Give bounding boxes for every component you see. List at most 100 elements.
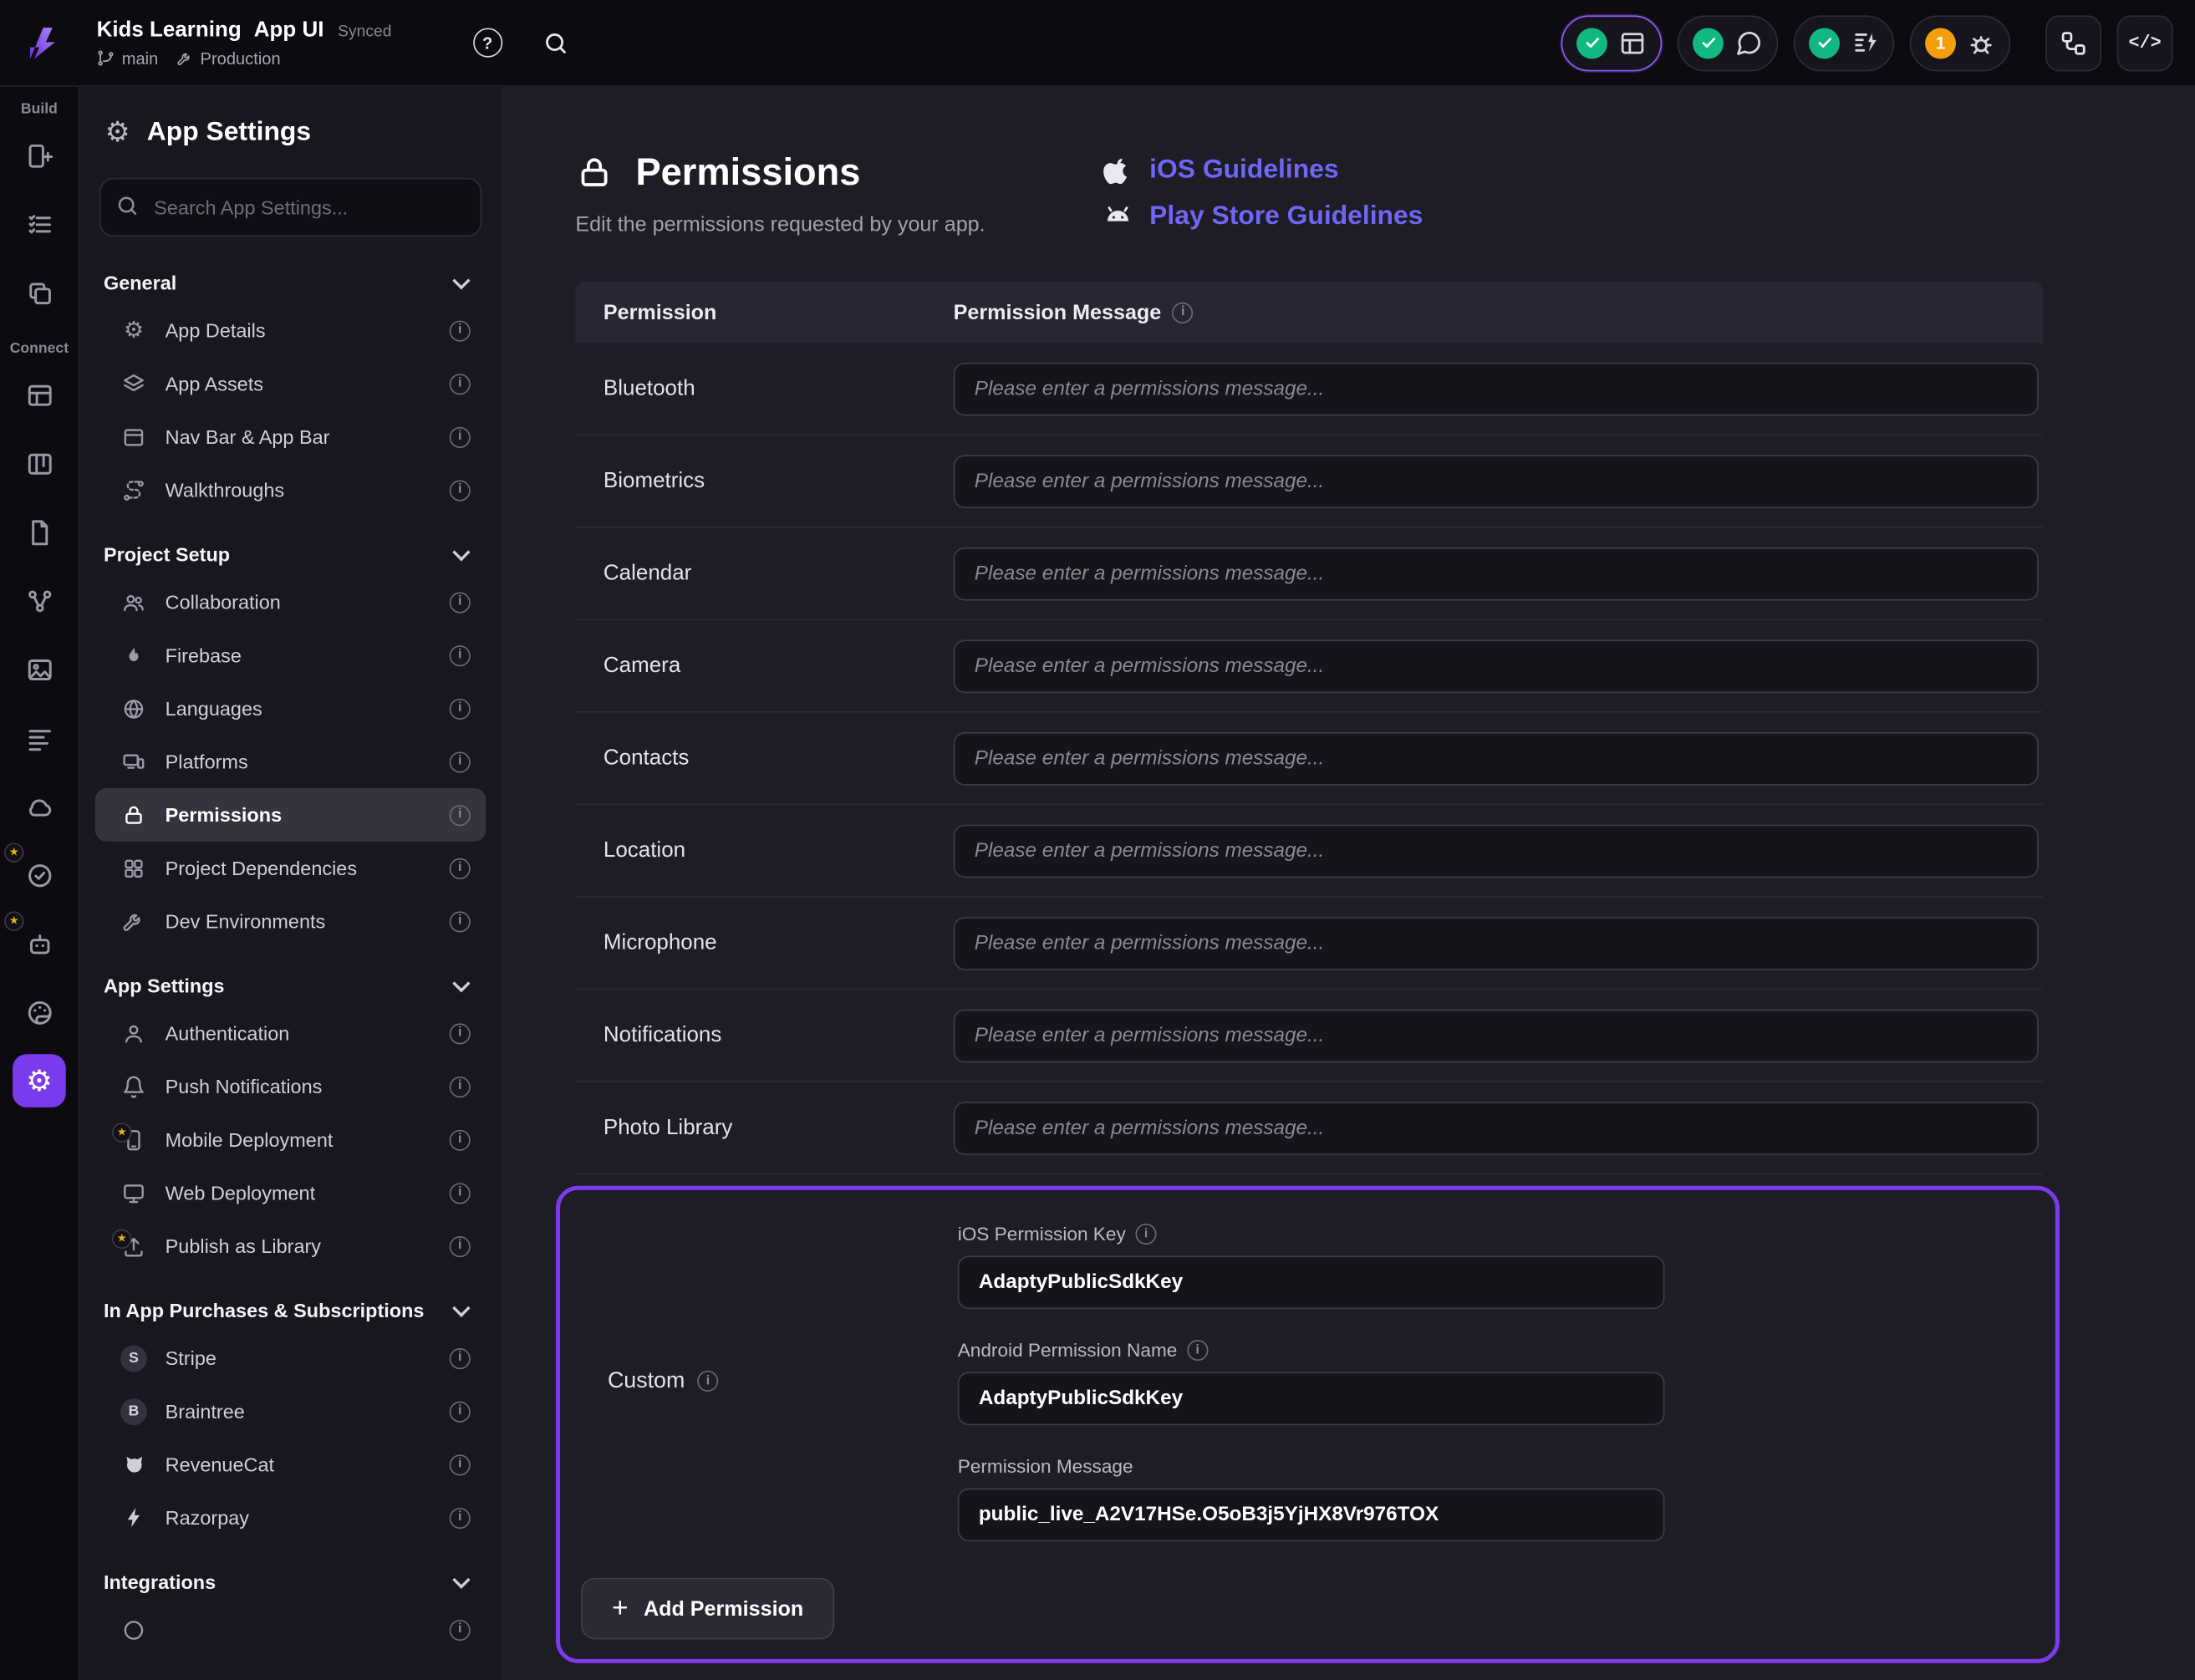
permission-message-input[interactable]	[954, 455, 2039, 508]
flow-button[interactable]	[2045, 15, 2101, 71]
info-icon[interactable]: i	[1173, 302, 1194, 323]
info-icon[interactable]: i	[697, 1371, 718, 1392]
issues-status-pill[interactable]: 1	[1910, 15, 2011, 71]
info-icon[interactable]: i	[450, 1183, 471, 1204]
info-icon[interactable]: i	[450, 1129, 471, 1150]
sidebar-section-app-settings[interactable]: App Settings	[79, 965, 501, 1006]
cloud-icon[interactable]	[13, 780, 66, 833]
permission-message-input[interactable]	[954, 547, 2039, 600]
play-store-guidelines-link[interactable]: Play Store Guidelines	[1101, 201, 1423, 233]
info-icon[interactable]: i	[450, 1023, 471, 1044]
sidebar-item-app-details[interactable]: ⚙ App Details i	[79, 303, 501, 357]
info-icon[interactable]: i	[450, 1507, 471, 1528]
info-icon[interactable]: i	[450, 1235, 471, 1256]
sidebar-item-app-assets[interactable]: App Assets i	[79, 357, 501, 410]
permission-message-input[interactable]	[954, 916, 2039, 970]
image-icon[interactable]	[13, 643, 66, 696]
premium-star-badge: ★	[4, 911, 23, 930]
theme-icon[interactable]	[13, 985, 66, 1039]
info-icon[interactable]: i	[450, 911, 471, 932]
info-icon[interactable]: i	[450, 698, 471, 719]
logs-icon[interactable]	[13, 711, 66, 765]
ios-guidelines-link[interactable]: iOS Guidelines	[1101, 155, 1423, 186]
comments-status-pill[interactable]	[1678, 15, 1779, 71]
sidebar-item-languages[interactable]: Languages i	[79, 682, 501, 736]
info-icon[interactable]: i	[450, 320, 471, 341]
info-icon[interactable]: i	[450, 1347, 471, 1368]
info-icon[interactable]: i	[450, 804, 471, 825]
add-permission-button[interactable]: + Add Permission	[581, 1578, 834, 1640]
sidebar-section-project-setup[interactable]: Project Setup	[79, 533, 501, 575]
info-icon[interactable]: i	[450, 644, 471, 665]
monitor-icon	[120, 1181, 147, 1204]
bot-icon[interactable]: ★	[13, 917, 66, 970]
database-icon[interactable]	[13, 369, 66, 422]
kanban-icon[interactable]	[13, 437, 66, 491]
search-input[interactable]	[99, 178, 481, 237]
screen-name: App UI	[254, 18, 324, 43]
info-icon[interactable]: i	[450, 1401, 471, 1422]
sidebar-item-collaboration[interactable]: Collaboration i	[79, 575, 501, 629]
person-icon	[120, 1021, 147, 1045]
environment-selector[interactable]: Production	[176, 48, 281, 68]
app-logo[interactable]	[0, 22, 79, 64]
tasks-check-icon[interactable]: ★	[13, 848, 66, 902]
layers-icon	[120, 372, 147, 395]
sidebar-section-integrations[interactable]: Integrations	[79, 1561, 501, 1603]
permission-message-input[interactable]	[954, 731, 2039, 785]
sidebar-item-stripe[interactable]: S Stripe i	[79, 1331, 501, 1385]
info-icon[interactable]: i	[450, 373, 471, 394]
sidebar-item-web-deployment[interactable]: Web Deployment i	[79, 1166, 501, 1219]
info-icon[interactable]: i	[450, 1619, 471, 1640]
sidebar-item-mobile-deployment[interactable]: ★ Mobile Deployment i	[79, 1113, 501, 1167]
android-permission-name-input[interactable]	[958, 1372, 1665, 1426]
info-icon[interactable]: i	[450, 751, 471, 772]
permission-message-input[interactable]	[954, 824, 2039, 878]
sidebar-item-permissions[interactable]: Permissions i	[95, 788, 486, 842]
sidebar-section-iap[interactable]: In App Purchases & Subscriptions	[79, 1290, 501, 1331]
sidebar-item-platforms[interactable]: Platforms i	[79, 735, 501, 788]
help-icon[interactable]: ?	[473, 28, 502, 58]
sidebar-item-nav-bar[interactable]: Nav Bar & App Bar i	[79, 410, 501, 464]
sidebar-section-general[interactable]: General	[79, 262, 501, 303]
permission-message-input[interactable]	[954, 1101, 2039, 1154]
circle-icon	[120, 1617, 147, 1641]
sidebar-item-project-dependencies[interactable]: Project Dependencies i	[79, 842, 501, 895]
sidebar-item-push-notifications[interactable]: Push Notifications i	[79, 1060, 501, 1113]
file-icon[interactable]	[13, 506, 66, 559]
pages-icon[interactable]	[13, 266, 66, 319]
sidebar-item-clipped[interactable]: i	[79, 1603, 501, 1657]
custom-permission-message-input[interactable]	[958, 1489, 1665, 1542]
info-icon[interactable]: i	[450, 426, 471, 447]
content-status-pill[interactable]	[1794, 15, 1895, 71]
permission-message-input[interactable]	[954, 362, 2039, 415]
branch-indicator[interactable]: main	[97, 48, 159, 68]
info-icon[interactable]: i	[450, 858, 471, 878]
sidebar-item-publish-as-library[interactable]: ★ Publish as Library i	[79, 1219, 501, 1273]
info-icon[interactable]: i	[1136, 1224, 1157, 1245]
search-icon[interactable]	[542, 28, 570, 57]
sidebar-item-authentication[interactable]: Authentication i	[79, 1006, 501, 1060]
info-icon[interactable]: i	[450, 592, 471, 613]
settings-icon[interactable]: ⚙	[13, 1054, 66, 1107]
sidebar-item-firebase[interactable]: Firebase i	[79, 629, 501, 682]
sidebar-item-dev-environments[interactable]: Dev Environments i	[79, 894, 501, 948]
info-icon[interactable]: i	[450, 1076, 471, 1097]
sidebar-item-revenuecat[interactable]: RevenueCat i	[79, 1438, 501, 1491]
nodes-icon[interactable]	[13, 574, 66, 628]
ios-permission-key-input[interactable]	[958, 1255, 1665, 1309]
sidebar-item-braintree[interactable]: B Braintree i	[79, 1385, 501, 1438]
design-status-pill[interactable]	[1561, 15, 1663, 71]
checklist-icon[interactable]	[13, 197, 66, 251]
sidebar-item-walkthroughs[interactable]: Walkthroughs i	[79, 463, 501, 517]
chevron-down-icon	[452, 1571, 470, 1588]
screens-icon[interactable]	[13, 129, 66, 182]
info-icon[interactable]: i	[450, 480, 471, 501]
permission-message-input[interactable]	[954, 1009, 2039, 1062]
code-button[interactable]: </>	[2117, 15, 2173, 71]
info-icon[interactable]: i	[1187, 1340, 1208, 1361]
permission-message-input[interactable]	[954, 639, 2039, 693]
info-icon[interactable]: i	[450, 1453, 471, 1474]
project-name: Kids Learning	[97, 18, 242, 43]
sidebar-item-razorpay[interactable]: Razorpay i	[79, 1491, 501, 1545]
